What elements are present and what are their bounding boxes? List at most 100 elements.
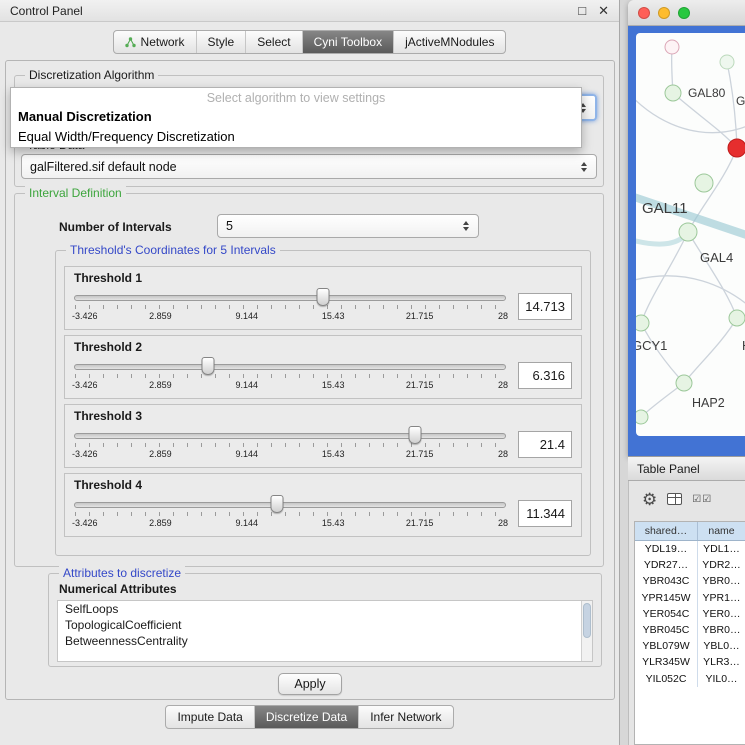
gear-icon[interactable]: ⚙ (642, 491, 657, 508)
tab-style[interactable]: Style (196, 31, 246, 53)
columns-icon[interactable] (667, 493, 682, 505)
table-cell[interactable]: YDL1… (698, 541, 745, 557)
list-item[interactable]: BetweennessCentrality (58, 633, 592, 649)
table-row[interactable]: YER054CYER0… (635, 606, 745, 622)
zoom-button[interactable] (678, 7, 690, 19)
tab-impute-data[interactable]: Impute Data (166, 706, 253, 728)
slider-thumb[interactable] (317, 288, 330, 306)
slider-track[interactable] (74, 502, 506, 508)
threshold-value-field[interactable]: 11.344 (518, 500, 572, 527)
threshold-value-field[interactable]: 6.316 (518, 362, 572, 389)
column-header[interactable]: shared… (635, 522, 698, 540)
network-node[interactable] (729, 310, 745, 326)
tick-label: 28 (498, 449, 508, 459)
tab-cyni-toolbox[interactable]: Cyni Toolbox (302, 31, 393, 53)
select-checkboxes-icon[interactable]: ☑☑ (692, 494, 712, 505)
table-cell[interactable]: YLR3… (698, 654, 745, 670)
group-title: Interval Definition (25, 186, 126, 200)
dropdown-option-equal-width[interactable]: Equal Width/Frequency Discretization (11, 127, 581, 147)
list-item[interactable]: TopologicalCoefficient (58, 617, 592, 633)
threshold-value-field[interactable]: 14.713 (518, 293, 572, 320)
network-canvas[interactable]: GAL80 GA GAL11 GAL4 GCY1 H HAP2 (636, 33, 745, 436)
float-window-icon[interactable]: □ (578, 4, 586, 17)
threshold-value-field[interactable]: 21.4 (518, 431, 572, 458)
table-cell[interactable]: YIL052C (635, 671, 698, 687)
network-node[interactable] (636, 315, 649, 331)
tick-label: 9.144 (236, 518, 259, 528)
number-of-intervals-value: 5 (226, 219, 233, 233)
table-cell[interactable]: YER054C (635, 606, 698, 622)
table-row[interactable]: YPR145WYPR1… (635, 590, 745, 606)
number-of-intervals-combobox[interactable]: 5 (217, 214, 479, 238)
threshold-slider[interactable]: -3.426 2.859 9.144 15.43 21.715 28 (74, 286, 506, 326)
threshold-slider[interactable]: -3.426 2.859 9.144 15.43 21.715 28 (74, 493, 506, 533)
tab-jactivemnodules[interactable]: jActiveMNodules (393, 31, 505, 53)
table-row[interactable]: YBR045CYBR0… (635, 622, 745, 638)
threshold-slider[interactable]: -3.426 2.859 9.144 15.43 21.715 28 (74, 424, 506, 464)
close-button[interactable] (638, 7, 650, 19)
tab-select[interactable]: Select (245, 31, 301, 53)
table-row[interactable]: YDR27…YDR2… (635, 557, 745, 573)
cyni-toolbox-panel: Discretization Algorithm Table Data galF… (5, 60, 615, 700)
tick-label: -3.426 (72, 311, 98, 321)
network-node[interactable] (665, 40, 679, 54)
network-node[interactable] (636, 410, 648, 424)
tab-network[interactable]: Network (114, 31, 196, 53)
numerical-attributes-list[interactable]: SelfLoops TopologicalCoefficient Between… (57, 600, 593, 662)
network-node[interactable] (720, 55, 734, 69)
table-row[interactable]: YBL079WYBL0… (635, 638, 745, 654)
slider-thumb[interactable] (271, 495, 284, 513)
close-window-icon[interactable]: ✕ (598, 4, 609, 17)
table-cell[interactable]: YDR2… (698, 557, 745, 573)
table-cell[interactable]: YPR1… (698, 590, 745, 606)
scrollbar-thumb[interactable] (583, 603, 591, 638)
table-data-combobox[interactable]: galFiltered.sif default node (21, 154, 597, 179)
table-cell[interactable]: YLR345W (635, 654, 698, 670)
node-label: GAL80 (688, 86, 725, 100)
slider-track[interactable] (74, 433, 506, 439)
table-panel: Table Panel ⚙ ☑☑ shared… name YDL19…YDL1… (628, 456, 745, 745)
table-cell[interactable]: YIL0… (698, 671, 745, 687)
table-cell[interactable]: YPR145W (635, 590, 698, 606)
node-label: GA (736, 94, 745, 108)
node-label: HAP2 (692, 396, 725, 410)
slider-track[interactable] (74, 295, 506, 301)
threshold-panel-3: Threshold 3 -3.426 2.859 9.144 15.43 21.… (64, 404, 582, 468)
slider-track[interactable] (74, 364, 506, 370)
table-row[interactable]: YBR043CYBR0… (635, 573, 745, 589)
table-cell[interactable]: YBL079W (635, 638, 698, 654)
minimize-button[interactable] (658, 7, 670, 19)
network-node[interactable] (665, 85, 681, 101)
table-cell[interactable]: YBR0… (698, 622, 745, 638)
table-cell[interactable]: YBR043C (635, 573, 698, 589)
node-label: GAL4 (700, 250, 733, 265)
slider-thumb[interactable] (409, 426, 422, 444)
dropdown-option-manual-discretization[interactable]: Manual Discretization (11, 107, 581, 127)
tab-discretize-data[interactable]: Discretize Data (254, 706, 358, 728)
list-scrollbar[interactable] (581, 601, 592, 661)
network-node[interactable] (695, 174, 713, 192)
table-cell[interactable]: YBR045C (635, 622, 698, 638)
tab-infer-network[interactable]: Infer Network (358, 706, 452, 728)
threshold-label: Threshold 2 (74, 340, 572, 354)
table-cell[interactable]: YDR27… (635, 557, 698, 573)
slider-thumb[interactable] (201, 357, 214, 375)
tab-network-label: Network (141, 35, 185, 49)
network-node[interactable] (676, 375, 692, 391)
table-cell[interactable]: YBR0… (698, 573, 745, 589)
threshold-slider[interactable]: -3.426 2.859 9.144 15.43 21.715 28 (74, 355, 506, 395)
list-item[interactable]: SelfLoops (58, 601, 592, 617)
table-cell[interactable]: YBL0… (698, 638, 745, 654)
tick-label: 9.144 (236, 311, 259, 321)
network-node[interactable] (679, 223, 697, 241)
table-row[interactable]: YLR345WYLR3… (635, 654, 745, 670)
tick-label: 9.144 (236, 449, 259, 459)
network-node-selected[interactable] (728, 139, 745, 157)
table-cell[interactable]: YER0… (698, 606, 745, 622)
table-cell[interactable]: YDL19… (635, 541, 698, 557)
tick-label: 15.43 (322, 311, 345, 321)
apply-button[interactable]: Apply (278, 673, 342, 695)
column-header[interactable]: name (698, 522, 745, 540)
table-row[interactable]: YDL19…YDL1… (635, 541, 745, 557)
table-row[interactable]: YIL052CYIL0… (635, 671, 745, 687)
